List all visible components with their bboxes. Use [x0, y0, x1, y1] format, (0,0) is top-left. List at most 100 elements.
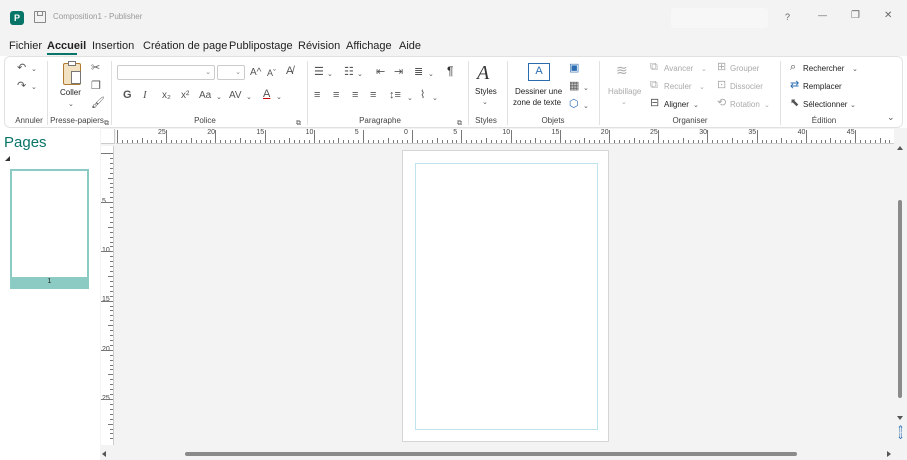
bring-forward-label[interactable]: Avancer [664, 64, 693, 73]
align-objects-label[interactable]: Aligner [664, 100, 689, 109]
superscript-button[interactable]: x² [181, 90, 189, 101]
font-color-dropdown-icon[interactable]: ⌄ [276, 92, 282, 103]
redo-icon[interactable]: ↷ [17, 81, 26, 92]
publication-page[interactable] [402, 150, 609, 442]
paragraph-shading-icon[interactable]: ⌇ [420, 90, 425, 101]
ungroup-icon[interactable]: ⊡ [717, 80, 726, 91]
title-search-box[interactable] [671, 8, 768, 28]
scroll-up-arrow-icon[interactable] [897, 146, 903, 150]
grow-font-icon[interactable]: A^ [250, 67, 261, 78]
copy-icon[interactable]: ❐ [91, 81, 101, 92]
undo-icon[interactable]: ↶ [17, 63, 26, 74]
change-case-button[interactable]: Aa [199, 90, 211, 101]
page-thumbnail[interactable]: 1 [10, 169, 89, 289]
align-right-icon[interactable]: ≡ [352, 90, 358, 101]
group-label[interactable]: Grouper [730, 64, 759, 73]
bullets-icon[interactable]: ☰ [314, 67, 324, 78]
cut-icon[interactable]: ✂ [91, 63, 100, 74]
shading-dropdown-icon[interactable]: ⌄ [432, 93, 438, 104]
picture-icon[interactable]: ▣ [569, 63, 579, 74]
vertical-scroll-thumb[interactable] [898, 200, 902, 398]
tab-revision[interactable]: Révision [298, 40, 340, 52]
replace-label[interactable]: Remplacer [803, 82, 842, 91]
table-icon[interactable]: ▦ [569, 81, 579, 92]
search-icon[interactable]: ⌕ [790, 62, 796, 73]
align-center-icon[interactable]: ≡ [333, 90, 339, 101]
paste-icon[interactable] [63, 61, 81, 85]
minimize-button[interactable]: — [818, 10, 827, 20]
help-icon[interactable]: ? [785, 12, 790, 22]
collapse-ribbon-icon[interactable]: ⌄ [887, 112, 895, 123]
bring-forward-dropdown-icon[interactable]: ⌄ [701, 64, 707, 75]
char-spacing-dropdown-icon[interactable]: ⌄ [246, 92, 252, 103]
styles-button-label[interactable]: Styles [475, 87, 497, 96]
textbox-icon[interactable]: A [528, 63, 550, 81]
find-dropdown-icon[interactable]: ⌄ [852, 64, 858, 75]
select-dropdown-icon[interactable]: ⌄ [850, 100, 856, 111]
increase-indent-icon[interactable]: ⇥ [394, 67, 403, 78]
page-navigation-icon[interactable]: ⇑ ⇓ [895, 425, 906, 446]
tab-publipostage[interactable]: Publipostage [229, 40, 293, 52]
horizontal-scrollbar[interactable] [100, 450, 895, 459]
italic-button[interactable]: I [143, 90, 147, 101]
align-dropdown-icon[interactable]: ⌄ [693, 100, 699, 111]
font-size-dropdown[interactable]: ⌄ [217, 65, 245, 80]
subscript-button[interactable]: x₂ [162, 90, 171, 101]
font-color-button[interactable]: A [263, 89, 270, 100]
horizontal-ruler[interactable]: 25 20 15 10 5 0 5 10 15 20 25 30 35 40 45 [116, 129, 894, 144]
replace-icon[interactable]: ⇄ [790, 80, 799, 91]
group-icon[interactable]: ⊞ [717, 62, 726, 73]
select-cursor-icon[interactable]: ⬉ [790, 98, 799, 109]
redo-dropdown-icon[interactable]: ⌄ [31, 82, 37, 93]
numbering-icon[interactable]: ☷ [344, 67, 354, 78]
tab-fichier[interactable]: Fichier [9, 40, 42, 52]
format-painter-icon[interactable]: 🖌 [91, 98, 105, 109]
wrap-dropdown-icon[interactable]: ⌄ [621, 97, 627, 108]
send-backward-dropdown-icon[interactable]: ⌄ [699, 82, 705, 93]
scroll-down-arrow-icon[interactable] [897, 416, 903, 420]
undo-dropdown-icon[interactable]: ⌄ [31, 64, 37, 75]
shapes-dropdown-icon[interactable]: ⌄ [583, 101, 589, 112]
horizontal-scroll-thumb[interactable] [185, 452, 797, 456]
justify-icon[interactable]: ≡ [370, 90, 376, 101]
table-dropdown-icon[interactable]: ⌄ [583, 83, 589, 94]
numbering-dropdown-icon[interactable]: ⌄ [357, 69, 363, 80]
columns-icon[interactable]: ≣ [414, 67, 423, 78]
shapes-icon[interactable]: ⬡ [569, 99, 579, 110]
pilcrow-button[interactable]: ¶ [447, 65, 453, 77]
scroll-left-arrow-icon[interactable] [102, 451, 106, 457]
tab-aide[interactable]: Aide [399, 40, 421, 52]
clear-formatting-icon[interactable]: A̸ [286, 66, 293, 77]
styles-icon[interactable]: A [477, 62, 489, 84]
draw-textbox-label-2[interactable]: zone de texte [513, 98, 561, 107]
columns-dropdown-icon[interactable]: ⌄ [428, 69, 434, 80]
font-name-dropdown[interactable]: ⌄ [117, 65, 215, 80]
close-button[interactable]: ✕ [884, 10, 892, 21]
change-case-dropdown-icon[interactable]: ⌄ [216, 92, 222, 103]
find-label[interactable]: Rechercher [803, 64, 844, 73]
styles-dropdown-icon[interactable]: ⌄ [482, 97, 488, 108]
bullets-dropdown-icon[interactable]: ⌄ [327, 69, 333, 80]
ungroup-label[interactable]: Dissocier [730, 82, 763, 91]
tab-creation-de-page[interactable]: Création de page [143, 40, 227, 52]
vertical-ruler[interactable]: 510152025 [101, 146, 114, 445]
align-objects-icon[interactable]: ⊟ [650, 98, 659, 109]
send-backward-label[interactable]: Reculer [664, 82, 692, 91]
vertical-scrollbar[interactable] [896, 146, 905, 426]
select-label[interactable]: Sélectionner [803, 100, 847, 109]
collapse-triangle-icon[interactable] [5, 156, 10, 161]
tab-affichage[interactable]: Affichage [346, 40, 392, 52]
align-left-icon[interactable]: ≡ [314, 90, 320, 101]
decrease-indent-icon[interactable]: ⇤ [376, 67, 385, 78]
shrink-font-icon[interactable]: Aˇ [267, 68, 276, 79]
paste-button-label[interactable]: Coller [60, 88, 81, 97]
wrap-text-label[interactable]: Habillage [608, 87, 641, 96]
line-spacing-dropdown-icon[interactable]: ⌄ [407, 93, 413, 104]
rotate-label[interactable]: Rotation [730, 100, 760, 109]
restore-button[interactable]: ❐ [851, 10, 860, 21]
bold-button[interactable]: G [123, 90, 132, 101]
tab-insertion[interactable]: Insertion [92, 40, 134, 52]
rotate-icon[interactable]: ⟲ [717, 98, 726, 109]
send-backward-icon[interactable]: ⧉ [650, 80, 658, 91]
tab-accueil[interactable]: Accueil [47, 40, 86, 52]
